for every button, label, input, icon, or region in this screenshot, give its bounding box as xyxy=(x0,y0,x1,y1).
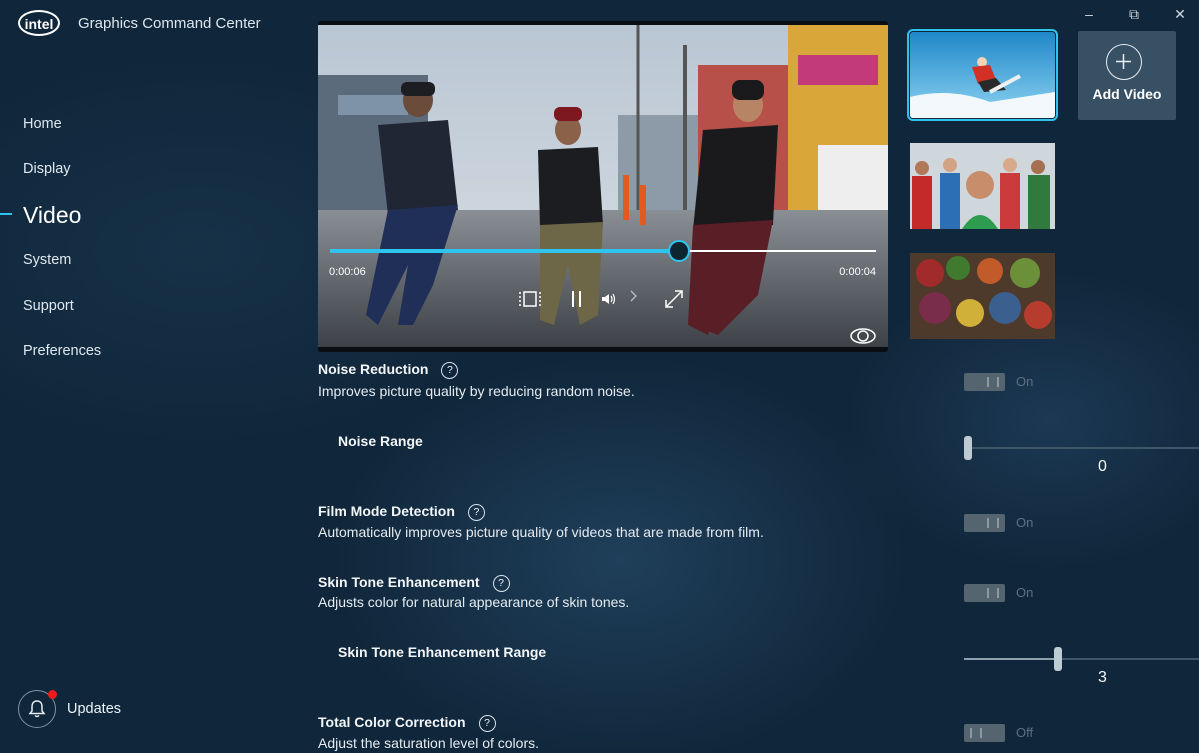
minimize-button[interactable]: – xyxy=(1079,6,1099,22)
total-color-toggle[interactable] xyxy=(964,724,1005,742)
help-icon[interactable]: ? xyxy=(441,362,459,379)
eye-icon[interactable] xyxy=(849,327,877,345)
nav-item-support[interactable]: Support xyxy=(23,298,74,314)
market-produce-image xyxy=(910,253,1055,339)
film-mode-state: On xyxy=(1016,515,1034,530)
nav-item-display[interactable]: Display xyxy=(23,161,71,177)
noise-reduction-title: Noise Reduction? xyxy=(318,361,459,379)
noise-range-value: 0 xyxy=(1098,458,1107,475)
snowboarder-image xyxy=(910,32,1055,118)
skin-tone-toggle[interactable] xyxy=(964,584,1005,602)
film-mode-description: Automatically improves picture quality o… xyxy=(318,524,764,540)
video-player[interactable]: 0:00:06 0:00:04 xyxy=(318,21,888,352)
chevron-right-icon[interactable] xyxy=(628,289,638,303)
pause-icon[interactable] xyxy=(571,290,583,308)
help-icon[interactable]: ? xyxy=(492,575,510,592)
skin-tone-description: Adjusts color for natural appearance of … xyxy=(318,594,630,610)
thumbnail-group-portrait[interactable] xyxy=(910,143,1055,229)
close-button[interactable]: ✕ xyxy=(1170,6,1190,23)
noise-range-handle[interactable] xyxy=(964,436,972,460)
plus-icon xyxy=(1106,44,1142,80)
volume-icon[interactable] xyxy=(601,292,617,306)
thumbnail-snowboarder[interactable] xyxy=(907,29,1058,121)
sidebar: intel Graphics Command Center Home Displ… xyxy=(0,0,300,753)
skin-tone-range-fill xyxy=(964,658,1058,660)
film-mode-toggle[interactable] xyxy=(964,514,1005,532)
skin-tone-label: Skin Tone Enhancement xyxy=(318,574,480,590)
noise-reduction-state: On xyxy=(1016,374,1034,389)
group-portrait-image xyxy=(910,143,1055,229)
nav-item-home[interactable]: Home xyxy=(23,116,62,132)
noise-reduction-label: Noise Reduction xyxy=(318,361,429,377)
elapsed-time: 0:00:06 xyxy=(329,266,366,278)
remaining-time: 0:00:04 xyxy=(839,266,876,278)
nav-item-system[interactable]: System xyxy=(23,252,71,268)
total-color-state: Off xyxy=(1016,725,1034,740)
skin-tone-range-label: Skin Tone Enhancement Range xyxy=(338,644,547,660)
active-nav-indicator xyxy=(0,213,12,215)
total-color-label: Total Color Correction xyxy=(318,714,466,730)
help-icon[interactable]: ? xyxy=(478,715,496,732)
app-title: Graphics Command Center xyxy=(78,15,261,32)
noise-reduction-toggle[interactable] xyxy=(964,373,1005,391)
updates-label[interactable]: Updates xyxy=(67,701,121,717)
noise-range-label: Noise Range xyxy=(338,433,423,449)
nav-item-preferences[interactable]: Preferences xyxy=(23,343,101,359)
total-color-title: Total Color Correction? xyxy=(318,714,496,732)
skin-tone-title: Skin Tone Enhancement? xyxy=(318,574,510,592)
help-icon[interactable]: ? xyxy=(467,504,485,521)
skin-tone-range-value: 3 xyxy=(1098,669,1107,686)
skin-tone-range-handle[interactable] xyxy=(1054,647,1062,671)
intel-logo: intel xyxy=(18,10,60,36)
restore-button[interactable]: ⧉ xyxy=(1124,6,1144,23)
film-mode-label: Film Mode Detection xyxy=(318,503,455,519)
thumbnail-market-produce[interactable] xyxy=(910,253,1055,339)
bell-icon xyxy=(28,700,46,718)
seek-progress xyxy=(330,249,680,253)
noise-range-track[interactable] xyxy=(964,447,1199,449)
nav-item-video[interactable]: Video xyxy=(23,202,81,229)
add-video-button[interactable]: Add Video xyxy=(1078,31,1176,120)
noise-reduction-description: Improves picture quality by reducing ran… xyxy=(318,383,635,399)
film-mode-title: Film Mode Detection? xyxy=(318,503,485,521)
compare-icon[interactable] xyxy=(519,290,541,308)
skin-tone-state: On xyxy=(1016,585,1034,600)
total-color-description: Adjust the saturation level of colors. xyxy=(318,735,540,751)
notification-dot xyxy=(48,690,57,699)
fullscreen-icon[interactable] xyxy=(664,289,684,309)
add-video-label: Add Video xyxy=(1092,86,1162,102)
